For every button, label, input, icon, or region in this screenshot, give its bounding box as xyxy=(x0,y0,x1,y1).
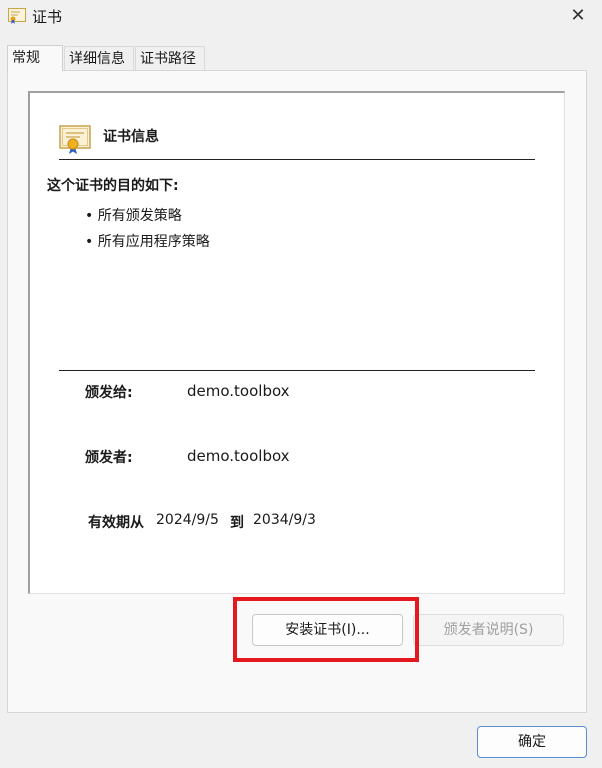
purpose-item: • 所有应用程序策略 xyxy=(85,234,210,250)
tab-details[interactable]: 详细信息 xyxy=(64,46,134,70)
valid-from-label: 有效期从 xyxy=(88,515,144,531)
issued-to-label: 颁发给: xyxy=(85,385,133,401)
valid-to-label: 到 xyxy=(230,515,244,531)
purpose-item: • 所有颁发策略 xyxy=(85,208,182,224)
tab-general[interactable]: 常规 xyxy=(7,45,63,71)
certificate-icon xyxy=(8,8,26,24)
issued-by-value: demo.toolbox xyxy=(187,447,290,465)
ok-button[interactable]: 确定 xyxy=(477,726,587,758)
issued-by-label: 颁发者: xyxy=(85,450,133,466)
close-icon: ✕ xyxy=(570,5,586,26)
tab-certification-path[interactable]: 证书路径 xyxy=(135,46,205,70)
certificate-icon xyxy=(59,123,91,155)
issuer-statement-button[interactable]: 颁发者说明(S) xyxy=(413,614,564,646)
window-title: 证书 xyxy=(32,8,63,26)
close-button[interactable]: ✕ xyxy=(562,2,594,30)
divider xyxy=(59,159,535,160)
issued-to-value: demo.toolbox xyxy=(187,382,290,400)
valid-from-date: 2024/9/5 xyxy=(156,512,219,528)
title-bar: 证书 ✕ xyxy=(0,0,602,34)
divider xyxy=(59,370,535,371)
valid-to-date: 2034/9/3 xyxy=(253,512,316,528)
install-certificate-button[interactable]: 安装证书(I)... xyxy=(252,614,403,646)
certificate-info-title: 证书信息 xyxy=(103,129,159,145)
purpose-heading: 这个证书的目的如下: xyxy=(47,178,179,194)
